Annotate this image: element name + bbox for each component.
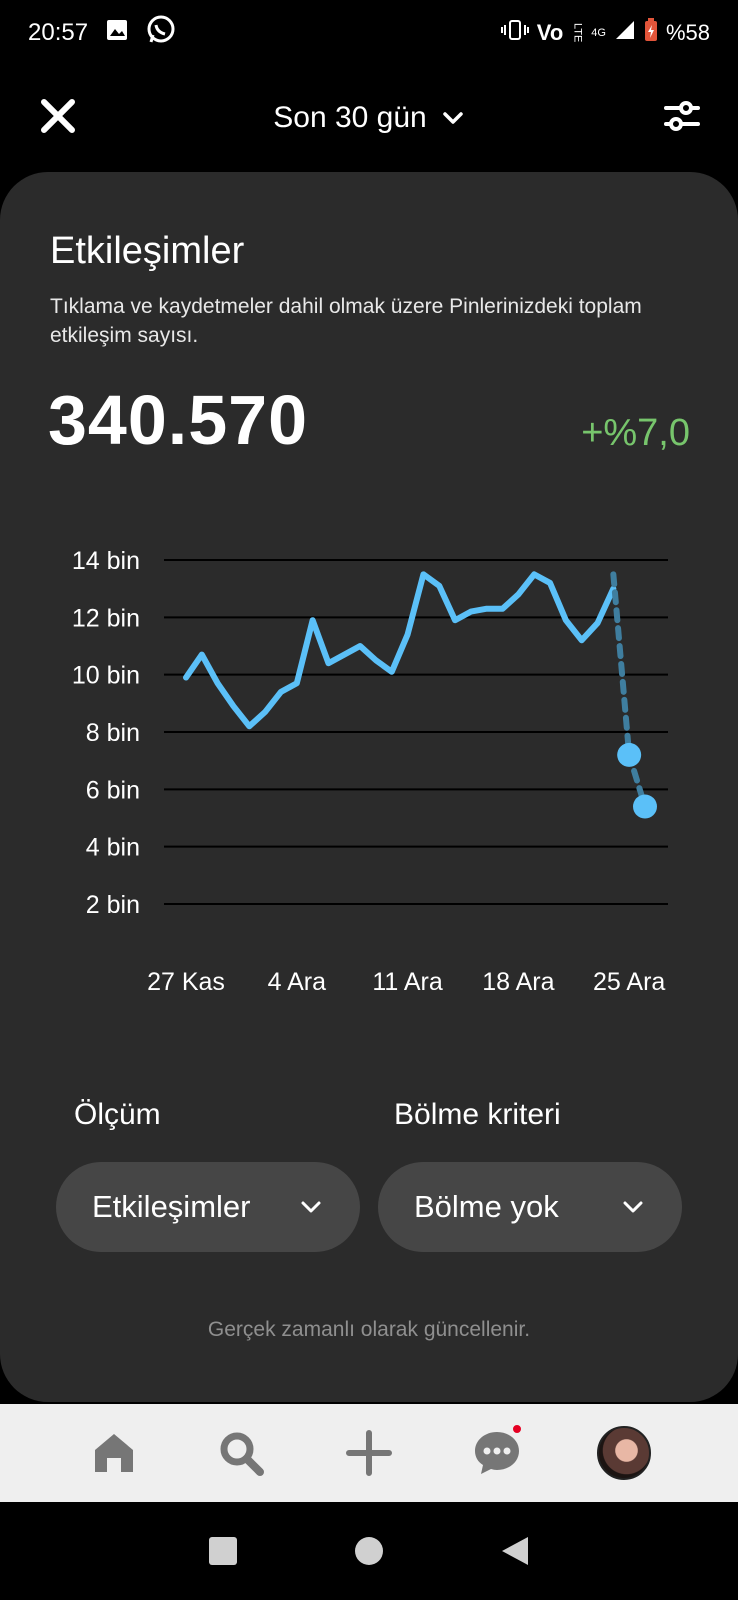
chevron-down-icon	[623, 1201, 643, 1213]
whatsapp-icon	[146, 15, 176, 52]
home-icon	[94, 1434, 133, 1472]
back-icon[interactable]	[500, 1536, 530, 1566]
series-lines	[183, 571, 657, 819]
close-icon	[41, 99, 75, 133]
card-title: Etkileşimler	[50, 230, 245, 272]
bottom-nav	[0, 1404, 738, 1502]
nav-profile[interactable]	[592, 1421, 656, 1485]
filter-button[interactable]	[662, 96, 702, 136]
sliders-icon	[664, 101, 700, 131]
gallery-icon	[106, 19, 128, 48]
measure-dropdown[interactable]: Etkileşimler	[56, 1162, 360, 1252]
date-range-label: Son 30 gün	[273, 101, 427, 134]
recents-icon[interactable]	[208, 1536, 238, 1566]
x-tick-label: 18 Ara	[482, 968, 554, 996]
y-tick-label: 2 bin	[86, 891, 140, 919]
breakdown-value: Bölme yok	[414, 1189, 559, 1224]
top-bar: Son 30 gün	[0, 80, 738, 156]
y-tick-label: 6 bin	[86, 776, 140, 804]
y-tick-label: 12 bin	[72, 604, 140, 632]
volte-label: Vo	[536, 20, 564, 45]
notification-dot	[510, 1423, 523, 1435]
battery-percent: %58	[665, 20, 710, 45]
lte-label: LTE	[571, 23, 584, 43]
y-tick-label: 14 bin	[72, 547, 140, 575]
x-tick-label: 27 Kas	[147, 968, 225, 996]
data-point-marker	[617, 742, 642, 767]
nav-create[interactable]	[337, 1421, 401, 1485]
search-icon	[220, 1432, 265, 1476]
x-tick-label: 25 Ara	[593, 968, 665, 996]
series-line	[183, 571, 617, 730]
engagement-chart: 14 bin 12 bin 10 bin 8 bin 6 bin 4 bin 2 bin 2…	[72, 547, 668, 996]
card-description: Tıklama ve kaydetmeler dahil olmak üzere…	[50, 295, 642, 347]
status-bar: 20:57 Vo LTE 4G %58	[0, 0, 738, 66]
signal-icon	[614, 19, 636, 47]
chevron-down-icon	[442, 112, 463, 124]
total-value: 340.570	[48, 381, 309, 459]
y-tick-label: 4 bin	[86, 834, 140, 862]
system-nav-bar	[0, 1502, 738, 1600]
x-axis-labels: 27 Kas 4 Ara 11 Ara 18 Ara 25 Ara	[147, 968, 665, 996]
chat-icon	[474, 1432, 519, 1474]
chevron-down-icon	[301, 1201, 321, 1213]
breakdown-dropdown[interactable]: Bölme yok	[378, 1162, 682, 1252]
plus-icon	[345, 1430, 392, 1476]
nav-messages[interactable]	[465, 1421, 529, 1485]
date-range-selector[interactable]: Son 30 gün	[273, 101, 464, 135]
realtime-note: Gerçek zamanlı olarak güncellenir.	[207, 1318, 531, 1341]
nav-home[interactable]	[82, 1421, 146, 1485]
y-tick-label: 8 bin	[86, 719, 140, 747]
data-point-marker	[633, 794, 657, 819]
projected-series-line	[610, 571, 648, 810]
analytics-card: Etkileşimler Tıklama ve kaydetmeler dahi…	[0, 172, 738, 1402]
measure-value: Etkileşimler	[92, 1189, 251, 1224]
vibrate-icon	[500, 19, 529, 47]
y-tick-label: 10 bin	[72, 662, 140, 690]
avatar	[597, 1426, 652, 1480]
nav-search[interactable]	[209, 1421, 273, 1485]
x-tick-label: 4 Ara	[268, 968, 326, 996]
measure-label: Ölçüm	[74, 1098, 161, 1131]
close-button[interactable]	[36, 94, 80, 138]
network-label: 4G	[591, 27, 606, 39]
y-axis-labels: 14 bin 12 bin 10 bin 8 bin 6 bin 4 bin 2 bin	[72, 547, 140, 919]
battery-icon	[644, 18, 658, 48]
change-percent: +%7,0	[581, 412, 690, 454]
home-nav-icon[interactable]	[354, 1536, 384, 1566]
x-tick-label: 11 Ara	[372, 968, 443, 996]
breakdown-label: Bölme kriteri	[394, 1098, 561, 1131]
status-time: 20:57	[28, 19, 89, 46]
